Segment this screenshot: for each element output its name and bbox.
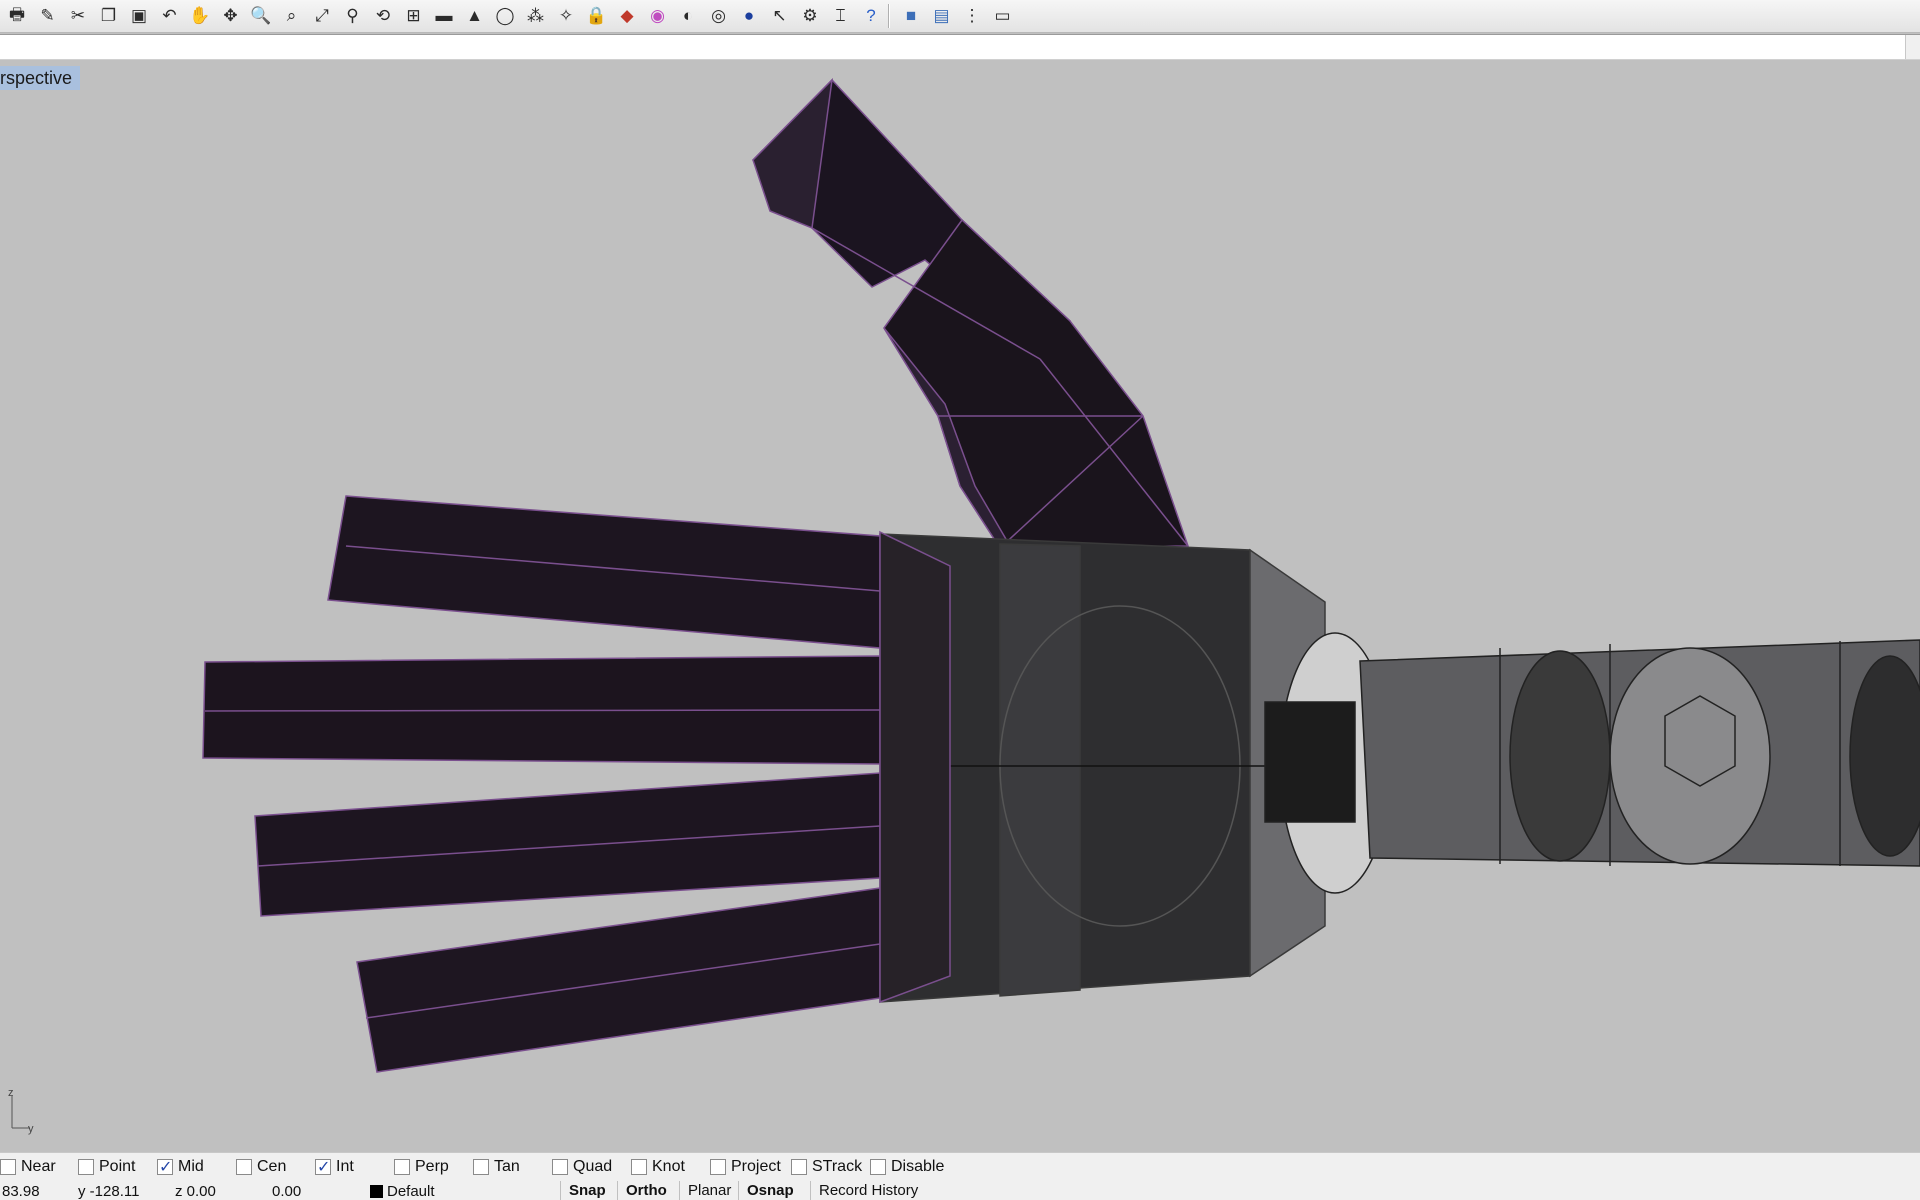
osnap-int-checkbox[interactable] (315, 1157, 331, 1177)
lock-icon[interactable]: 🔒 (584, 3, 610, 29)
solid-box-icon[interactable]: ■ (898, 3, 924, 29)
paste-icon[interactable]: ▣ (126, 3, 152, 29)
planar-toggle[interactable]: Planar (679, 1181, 739, 1200)
color-wheel-icon[interactable]: ◉ (645, 3, 671, 29)
circle-icon[interactable]: ◯ (492, 3, 518, 29)
perspective-viewport[interactable]: rspective z y (0, 66, 1920, 1152)
command-line[interactable] (0, 34, 1920, 60)
status-bar: 83.98 y -128.11 z 0.00 0.00 Default Snap… (0, 1181, 1920, 1200)
snap-points-icon[interactable]: ⁂ (523, 3, 549, 29)
osnap-mid-checkbox[interactable] (157, 1157, 173, 1177)
viewport-title[interactable]: rspective (0, 66, 81, 90)
osnap-tan-checkbox[interactable] (473, 1159, 489, 1175)
osnap-tan[interactable]: Tan (473, 1157, 520, 1177)
axis-z-label: z (8, 1088, 14, 1099)
osnap-int[interactable]: Int (315, 1157, 354, 1177)
pan-icon[interactable]: ✋ (187, 3, 213, 29)
zoom-icon[interactable]: 🔍 (248, 3, 274, 29)
osnap-near[interactable]: Near (0, 1157, 56, 1177)
gear-icon[interactable]: ⚙ (797, 3, 823, 29)
sphere-blue-icon[interactable]: ● (736, 3, 762, 29)
axis-y-label: y (28, 1123, 34, 1135)
status-distance: 0.00 (272, 1183, 302, 1200)
osnap-disable[interactable]: Disable (870, 1157, 944, 1177)
sphere-icon[interactable]: ◐ (675, 3, 701, 29)
status-layer[interactable]: Default (370, 1183, 435, 1200)
osnap-toggle[interactable]: Osnap (738, 1181, 802, 1200)
fingers-mesh (202, 495, 951, 1073)
world-axes-icon: z y (8, 1088, 34, 1135)
osnap-project-checkbox[interactable] (710, 1159, 726, 1175)
thumb-mesh (751, 77, 1190, 549)
osnap-quad-checkbox[interactable] (552, 1159, 568, 1175)
osnap-quad[interactable]: Quad (552, 1157, 612, 1177)
snap-toggle[interactable]: Snap (560, 1181, 614, 1200)
osnap-strack[interactable]: STrack (791, 1157, 862, 1177)
light-icon[interactable]: ✧ (553, 3, 579, 29)
ortho-toggle[interactable]: Ortho (617, 1181, 675, 1200)
osnap-near-checkbox[interactable] (0, 1159, 16, 1175)
standard-toolbar: 🖶 ✎ ✂ ❐ ▣ ↶ ✋ ✥ 🔍 ⌕ ⤢ ⚲ ⟲ ⊞ ▬ ▲ ◯ ⁂ ✧ 🔒 ◆ ◉ ◐ ◎ ● ↖ ⚙ ⌶? ■ ▤ ⋮ ▭ (0, 0, 1920, 33)
osnap-cen-checkbox[interactable] (236, 1159, 252, 1175)
osnap-knot[interactable]: Knot (631, 1157, 685, 1177)
new-icon[interactable]: ✎ (35, 3, 61, 29)
osnap-knot-checkbox[interactable] (631, 1159, 647, 1175)
osnap-point-checkbox[interactable] (78, 1159, 94, 1175)
four-views-icon[interactable]: ⊞ (401, 3, 427, 29)
osnap-cen[interactable]: Cen (236, 1157, 286, 1177)
dimension-icon[interactable]: ⌶ (828, 3, 854, 29)
status-y-coordinate: y -128.11 (78, 1183, 140, 1200)
status-x-coordinate: 83.98 (2, 1183, 40, 1200)
osnap-point[interactable]: Point (78, 1157, 135, 1177)
osnap-project[interactable]: Project (710, 1157, 781, 1177)
status-z-coordinate: z 0.00 (175, 1183, 216, 1200)
zoom-window-icon[interactable]: ⌕ (279, 3, 305, 29)
osnap-mid[interactable]: Mid (157, 1157, 204, 1177)
arm-mesh (1264, 632, 1920, 894)
rotate-view-icon[interactable]: ✥ (218, 3, 244, 29)
undo-view-icon[interactable]: ⟲ (370, 3, 396, 29)
vertical-dots-icon[interactable]: ⋮ (959, 3, 985, 29)
toolbar-separator (888, 4, 890, 28)
osnap-perp[interactable]: Perp (394, 1157, 449, 1177)
help-icon[interactable]: ? (858, 3, 884, 29)
zoom-selected-icon[interactable]: ⚲ (340, 3, 366, 29)
copy-icon[interactable]: ❐ (96, 3, 122, 29)
osnap-perp-checkbox[interactable] (394, 1159, 410, 1175)
record-history-toggle[interactable]: Record History (810, 1181, 926, 1200)
command-scrollbar[interactable] (1905, 35, 1920, 59)
car-icon[interactable]: ▬ (431, 3, 457, 29)
cut-icon[interactable]: ✂ (65, 3, 91, 29)
layer-color-swatch (370, 1185, 383, 1198)
print-icon[interactable]: 🖶 (4, 3, 30, 29)
osnap-disable-checkbox[interactable] (870, 1159, 886, 1175)
layer-icon[interactable]: ◆ (614, 3, 640, 29)
viewport-icon[interactable]: ▭ (990, 3, 1016, 29)
render-icon[interactable]: ▲ (462, 3, 488, 29)
select-icon[interactable]: ↖ (767, 3, 793, 29)
undo-icon[interactable]: ↶ (157, 3, 183, 29)
osnap-strack-checkbox[interactable] (791, 1159, 807, 1175)
shade-icon[interactable]: ◎ (706, 3, 732, 29)
hand-model-scene (202, 77, 1920, 1073)
box-view-icon[interactable]: ▤ (929, 3, 955, 29)
zoom-extents-icon[interactable]: ⤢ (309, 3, 335, 29)
osnap-bar: Near Point Mid Cen Int Perp Tan Quad Kno… (0, 1152, 1920, 1181)
